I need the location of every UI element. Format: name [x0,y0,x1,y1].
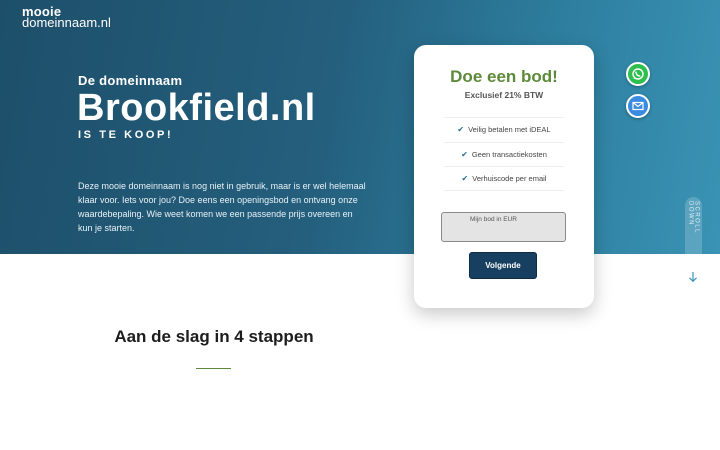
mail-button[interactable] [626,94,650,118]
heading-divider [196,368,231,369]
hero-section: mooie domeinnaam.nl De domeinnaam Brookf… [0,0,720,254]
offer-title: Doe een bod! [450,67,558,86]
offer-subtitle: Exclusief 21% BTW [464,90,544,100]
feature-item: ✔ Geen transactiekosten [444,141,564,167]
steps-heading: Aan de slag in 4 stappen [114,327,314,346]
bid-placeholder: Mijn bod in EUR [470,216,517,223]
check-icon: ✔ [461,173,469,183]
logo-line-2: domeinnaam.nl [22,15,111,30]
feature-label: Geen transactiekosten [471,149,547,159]
feature-list: ✔ Veilig betalen met iDEAL ✔ Geen transa… [444,117,564,191]
whatsapp-button[interactable] [626,62,650,86]
scroll-down-indicator[interactable]: SCROLL DOWN [685,197,702,262]
arrow-down-icon[interactable] [687,271,699,283]
hero-description: Deze mooie domeinnaam is nog niet in geb… [78,181,366,233]
feature-label: Veilig betalen met iDEAL [468,125,551,135]
next-button[interactable]: Volgende [469,252,537,279]
site-logo[interactable]: mooie domeinnaam.nl [22,5,111,30]
whatsapp-icon [632,68,644,80]
feature-item: ✔ Veilig betalen met iDEAL [444,117,564,142]
check-icon: ✔ [461,149,468,159]
mail-icon [632,101,644,111]
domain-title: Brookfield.nl [77,87,316,129]
feature-label: Verhuiscode per email [472,173,547,183]
check-icon: ✔ [457,125,465,135]
bid-amount-input[interactable]: Mijn bod in EUR [441,212,566,242]
for-sale-label: IS TE KOOP! [78,129,174,141]
scroll-down-label: SCROLL DOWN [687,201,700,234]
offer-card: Doe een bod! Exclusief 21% BTW ✔ Veilig … [414,45,594,308]
feature-item: ✔ Verhuiscode per email [444,166,564,191]
